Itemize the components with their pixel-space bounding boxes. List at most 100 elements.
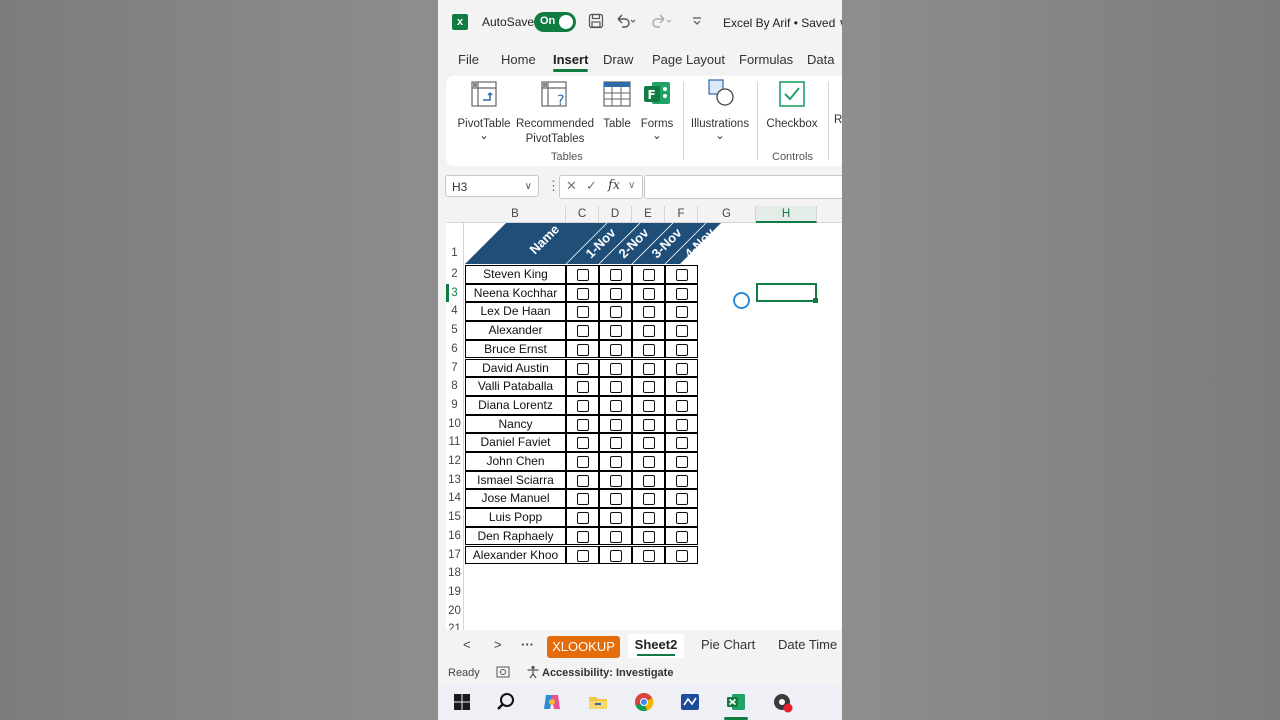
attendance-checkbox[interactable] bbox=[643, 437, 655, 450]
accessibility-status[interactable]: Accessibility: Investigate bbox=[542, 667, 673, 679]
row-header[interactable]: 18 bbox=[446, 564, 463, 583]
windows-start-icon[interactable] bbox=[452, 692, 472, 712]
attendance-checkbox[interactable] bbox=[610, 493, 622, 506]
column-header-e[interactable]: E bbox=[632, 206, 665, 223]
attendance-checkbox[interactable] bbox=[643, 493, 655, 506]
search-icon[interactable] bbox=[496, 692, 516, 712]
row-header[interactable]: 2 bbox=[446, 265, 463, 284]
recorder-app-icon[interactable] bbox=[772, 692, 793, 713]
attendance-checkbox[interactable] bbox=[643, 549, 655, 562]
attendance-checkbox[interactable] bbox=[676, 474, 688, 487]
attendance-checkbox[interactable] bbox=[610, 530, 622, 543]
row-header[interactable]: 21 bbox=[446, 620, 463, 630]
name-cell[interactable]: Diana Lorentz bbox=[465, 395, 566, 415]
whiteboard-app-icon[interactable] bbox=[680, 692, 700, 712]
name-cell[interactable]: Jose Manuel bbox=[465, 489, 566, 509]
row-header[interactable]: 13 bbox=[446, 470, 463, 490]
insert-function-icon[interactable]: fx bbox=[608, 178, 620, 193]
name-cell[interactable]: Bruce Ernst bbox=[465, 339, 566, 359]
attendance-checkbox[interactable] bbox=[610, 306, 622, 319]
attendance-checkbox[interactable] bbox=[676, 549, 688, 562]
sheet-tab-pie-chart[interactable]: Pie Chart bbox=[701, 637, 755, 652]
illustrations-button[interactable]: Illustrations ⌄ bbox=[688, 78, 752, 142]
pivottable-button[interactable]: PivotTable ⌄ bbox=[450, 80, 518, 142]
attendance-checkbox[interactable] bbox=[610, 456, 622, 468]
row-header[interactable]: 15 bbox=[446, 508, 463, 527]
name-cell[interactable]: John Chen bbox=[465, 452, 566, 471]
column-header-g[interactable]: G bbox=[698, 206, 756, 223]
attendance-checkbox[interactable] bbox=[577, 437, 589, 450]
tab-home[interactable]: Home bbox=[501, 52, 536, 67]
copilot-icon[interactable] bbox=[542, 692, 562, 712]
name-cell[interactable]: Alexander Khoo bbox=[465, 545, 566, 565]
name-cell[interactable]: Daniel Faviet bbox=[465, 433, 566, 452]
attendance-checkbox[interactable] bbox=[643, 343, 655, 356]
attendance-checkbox[interactable] bbox=[676, 269, 688, 281]
row-header[interactable]: 6 bbox=[446, 339, 463, 359]
attendance-checkbox[interactable] bbox=[643, 381, 655, 394]
name-cell[interactable]: Nancy bbox=[465, 414, 566, 434]
column-header-c[interactable]: C bbox=[566, 206, 599, 223]
tab-formulas[interactable]: Formulas bbox=[739, 52, 793, 67]
attendance-checkbox[interactable] bbox=[577, 418, 589, 431]
attendance-checkbox[interactable] bbox=[577, 474, 589, 487]
name-cell[interactable]: Steven King bbox=[465, 265, 566, 284]
row-header[interactable]: 19 bbox=[446, 582, 463, 602]
ribbon-overflow-button[interactable]: R bbox=[834, 113, 842, 128]
row-header[interactable]: 4 bbox=[446, 302, 463, 322]
attendance-checkbox[interactable] bbox=[577, 362, 589, 375]
redo-icon[interactable] bbox=[650, 13, 672, 33]
autosave-toggle[interactable]: On bbox=[534, 12, 576, 32]
attendance-checkbox[interactable] bbox=[610, 474, 622, 487]
column-header-d[interactable]: D bbox=[599, 206, 632, 223]
attendance-checkbox[interactable] bbox=[610, 287, 622, 300]
column-header-b[interactable]: B bbox=[465, 206, 566, 223]
attendance-checkbox[interactable] bbox=[643, 512, 655, 525]
row-header[interactable]: 7 bbox=[446, 358, 463, 378]
attendance-checkbox[interactable] bbox=[577, 269, 589, 281]
sheet-tab-xlookup[interactable]: XLOOKUP bbox=[547, 636, 620, 658]
attendance-checkbox[interactable] bbox=[610, 269, 622, 281]
tab-insert[interactable]: Insert bbox=[553, 52, 589, 72]
cancel-icon[interactable]: ✕ bbox=[566, 178, 577, 194]
row-header[interactable]: 17 bbox=[446, 545, 463, 565]
forms-button[interactable]: F Forms ⌄ bbox=[639, 80, 675, 142]
row-header[interactable]: 12 bbox=[446, 452, 463, 471]
file-explorer-icon[interactable] bbox=[588, 692, 608, 712]
column-header-f[interactable]: F bbox=[665, 206, 698, 223]
tab-draw[interactable]: Draw bbox=[603, 52, 633, 67]
attendance-checkbox[interactable] bbox=[610, 343, 622, 356]
row-header[interactable]: 20 bbox=[446, 601, 463, 621]
sheet-tab-date-time[interactable]: Date Time bbox=[778, 637, 837, 652]
name-cell[interactable]: Valli Pataballa bbox=[465, 377, 566, 396]
name-cell[interactable]: Luis Popp bbox=[465, 508, 566, 527]
tab-data[interactable]: Data bbox=[807, 52, 834, 67]
attendance-checkbox[interactable] bbox=[676, 493, 688, 506]
attendance-checkbox[interactable] bbox=[610, 418, 622, 431]
attendance-checkbox[interactable] bbox=[577, 381, 589, 394]
attendance-checkbox[interactable] bbox=[643, 287, 655, 300]
attendance-checkbox[interactable] bbox=[577, 456, 589, 468]
enter-icon[interactable]: ✓ bbox=[586, 178, 597, 194]
table-button[interactable]: Table bbox=[597, 80, 637, 132]
attendance-checkbox[interactable] bbox=[577, 325, 589, 338]
attendance-checkbox[interactable] bbox=[676, 325, 688, 338]
row-header[interactable]: 14 bbox=[446, 489, 463, 509]
attendance-checkbox[interactable] bbox=[577, 306, 589, 319]
column-header-h[interactable]: H bbox=[756, 206, 817, 223]
document-title[interactable]: Excel By Arif • Saved ∨ bbox=[723, 16, 842, 30]
tab-page-layout[interactable]: Page Layout bbox=[652, 52, 725, 67]
attendance-checkbox[interactable] bbox=[676, 399, 688, 412]
attendance-checkbox[interactable] bbox=[676, 306, 688, 319]
row-header[interactable]: 11 bbox=[446, 433, 463, 452]
chrome-icon[interactable] bbox=[634, 692, 654, 712]
sheet-more-button[interactable]: ··· bbox=[521, 637, 534, 652]
save-icon[interactable] bbox=[588, 13, 604, 33]
customize-toolbar-icon[interactable] bbox=[692, 13, 702, 33]
sheet-next-button[interactable]: > bbox=[494, 637, 502, 652]
attendance-checkbox[interactable] bbox=[643, 456, 655, 468]
excel-taskbar-icon[interactable] bbox=[726, 692, 746, 712]
attendance-checkbox[interactable] bbox=[643, 362, 655, 375]
name-box[interactable]: H3 ∨ bbox=[445, 175, 539, 197]
column-header-i[interactable] bbox=[817, 206, 842, 223]
